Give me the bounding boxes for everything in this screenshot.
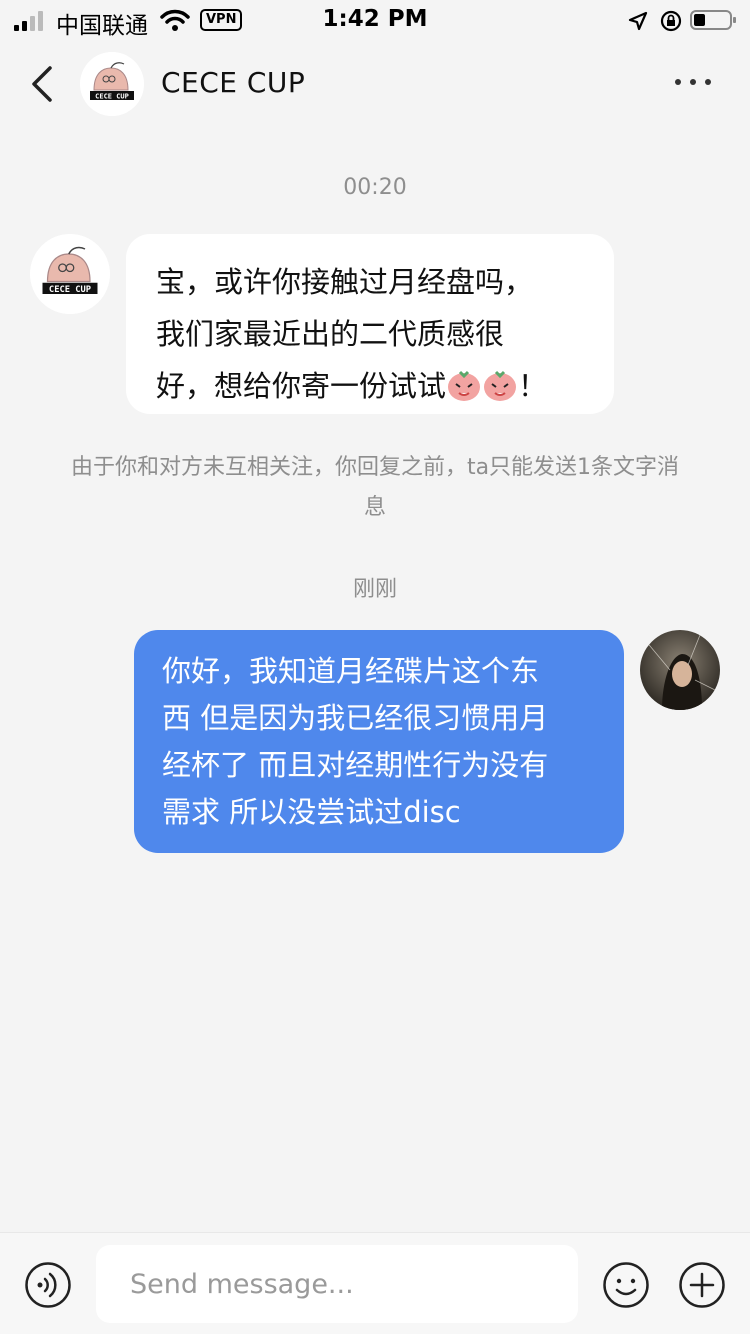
message-timestamp: 00:20 bbox=[343, 175, 407, 200]
svg-text:CECE CUP: CECE CUP bbox=[95, 93, 129, 101]
outgoing-message-bubble[interactable]: 你好，我知道月经碟片这个东 西 但是因为我已经很习惯用月 经杯了 而且对经期性行… bbox=[134, 630, 624, 853]
profile-photo-icon bbox=[640, 630, 720, 710]
incoming-message-bubble[interactable]: 宝，或许你接触过月经盘吗， 我们家最近出的二代质感很 好，想给你寄一份试试 ！ bbox=[126, 234, 614, 414]
rotation-lock-icon bbox=[660, 10, 682, 32]
user-avatar[interactable] bbox=[640, 630, 720, 710]
sender-avatar[interactable]: CECE CUP bbox=[30, 234, 110, 314]
chat-header: CECE CUP CECE CUP bbox=[0, 40, 750, 130]
svg-text:CECE CUP: CECE CUP bbox=[49, 285, 91, 295]
page-title: CECE CUP bbox=[161, 66, 306, 99]
location-arrow-icon bbox=[628, 11, 648, 31]
message-input[interactable] bbox=[96, 1245, 578, 1323]
message-line: 我们家最近出的二代质感很 bbox=[156, 317, 505, 351]
more-horizontal-icon[interactable] bbox=[672, 72, 714, 92]
peach-emoji-icon bbox=[448, 370, 481, 401]
voice-icon[interactable] bbox=[24, 1261, 72, 1309]
message-line: 需求 所以没尝试过disc bbox=[162, 795, 461, 829]
status-bar: 中国联通 VPN 1:42 PM bbox=[0, 0, 750, 40]
message-line: 你好，我知道月经碟片这个东 bbox=[162, 654, 540, 688]
message-line: 好，想给你寄一份试试 ！ bbox=[156, 360, 584, 412]
message-text: ！ bbox=[518, 369, 548, 403]
message-line: 西 但是因为我已经很习惯用月 bbox=[162, 701, 549, 735]
peach-emoji-icon bbox=[484, 370, 517, 401]
message-line: 宝，或许你接触过月经盘吗， bbox=[156, 265, 534, 299]
cece-cup-logo-icon: CECE CUP bbox=[30, 234, 110, 314]
contact-avatar[interactable]: CECE CUP bbox=[80, 52, 144, 116]
smiley-icon[interactable] bbox=[602, 1261, 650, 1309]
message-composer bbox=[0, 1232, 750, 1334]
follow-notice: 由于你和对方未互相关注，你回复之前，ta只能发送1条文字消息 bbox=[70, 455, 680, 520]
cece-cup-logo-icon: CECE CUP bbox=[80, 52, 144, 116]
message-timestamp: 刚刚 bbox=[352, 577, 397, 602]
message-line: 经杯了 而且对经期性行为没有 bbox=[162, 748, 549, 782]
message-text: 好，想给你寄一份试试 bbox=[156, 369, 447, 403]
battery-icon bbox=[690, 10, 736, 30]
plus-circle-icon[interactable] bbox=[678, 1261, 726, 1309]
chevron-left-icon[interactable] bbox=[28, 64, 58, 104]
